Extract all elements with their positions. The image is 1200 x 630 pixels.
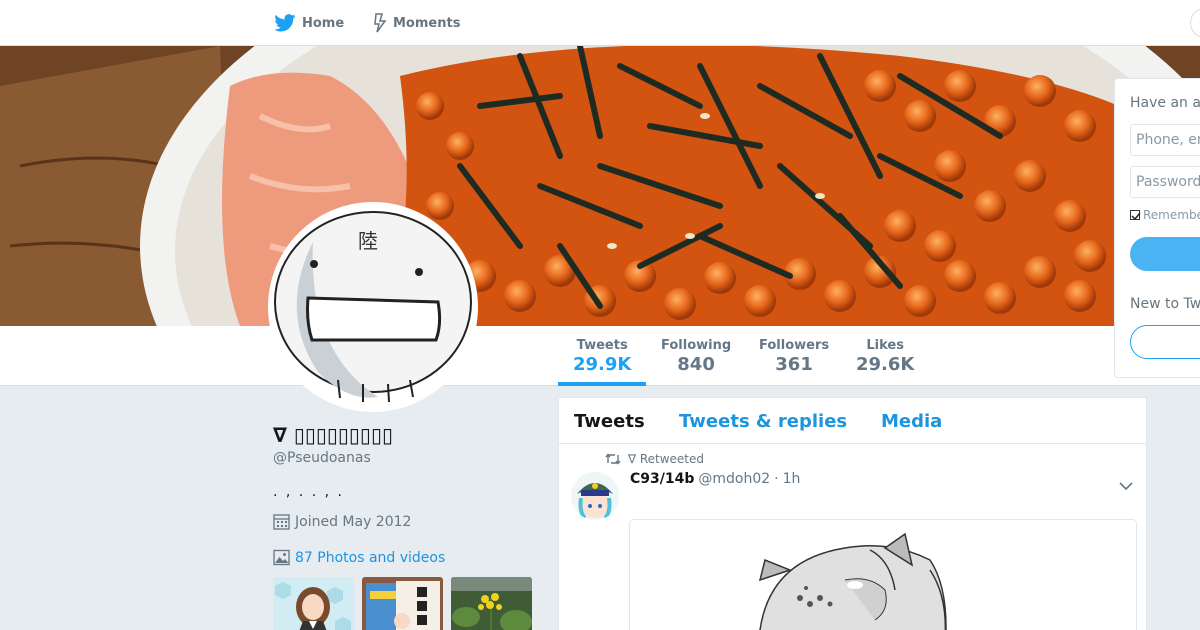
phone-email-username-input[interactable]: Phone, email or username [1130,124,1200,156]
tweet-separator: · [774,471,779,487]
nav-home[interactable]: Home [274,0,344,46]
profile-joined-text: Joined May 2012 [295,513,412,530]
login-panel: Have an account? Phone, email or usernam… [1114,78,1200,378]
calendar-icon [273,514,290,530]
profile-avatar[interactable]: 陸 [268,202,478,412]
stat-value: 840 [677,354,715,375]
tweet-timestamp[interactable]: 1h [783,471,801,487]
profile-bio: . , . . , . [273,484,344,500]
retweet-context: ∇ Retweeted [605,452,704,466]
lightning-icon [374,13,387,33]
tweet-author-name[interactable]: C93/14b [630,471,694,487]
nav-account-button[interactable] [1190,8,1200,38]
photo-thumbnail[interactable] [451,577,532,630]
tweet-author-username[interactable]: @mdoh02 [698,471,770,487]
thumbnail-image [451,577,532,630]
tab-media[interactable]: Media [881,411,942,432]
stat-label: Following [661,338,732,353]
stat-label: Likes [866,338,904,353]
stat-followers[interactable]: Followers 361 [759,338,829,375]
signup-prompt: New to Twitter? [1130,296,1200,312]
profile-banner [0,46,1200,326]
avatar-kanji: 陸 [358,229,378,253]
tweet-menu-button[interactable] [1119,476,1133,495]
login-button[interactable] [1130,237,1200,271]
chevron-down-icon [1119,482,1133,491]
nav-moments-label: Moments [393,15,461,31]
photos-videos-link[interactable]: 87 Photos and videos [273,549,445,566]
photo-thumbnail[interactable] [273,577,354,630]
thumbnail-image [362,577,443,630]
retweet-icon [605,453,621,465]
profile-stats-bar: Tweets 29.9K Following 840 Followers 361… [0,326,1200,386]
tweet-media-image[interactable] [629,519,1137,630]
image-icon [273,549,290,566]
stat-label: Followers [759,338,830,353]
tab-tweets[interactable]: Tweets [574,411,645,432]
banner-image [0,46,1200,326]
tweet-illustration [630,520,1136,630]
signup-button[interactable] [1130,325,1200,359]
remember-me-label: Remember me [1143,208,1200,222]
photo-thumbnail[interactable] [362,577,443,630]
stat-value: 29.6K [856,354,915,375]
remember-me-checkbox[interactable] [1130,210,1141,221]
tweet-author-avatar[interactable] [571,472,619,520]
timeline: Tweets Tweets & replies Media ∇ Retweete… [558,397,1147,630]
password-input[interactable]: Password [1130,166,1200,198]
tweet-avatar-image [571,472,619,520]
avatar-drawing: 陸 [274,211,472,403]
stat-value: 361 [775,354,813,375]
nav-home-label: Home [302,15,345,31]
checkmark-icon [1131,212,1141,221]
remember-me[interactable]: Remember me [1130,208,1200,222]
thumbnail-image [273,577,354,630]
twitter-bird-icon [274,14,296,32]
login-title: Have an account? [1130,95,1200,111]
photos-videos-label: 87 Photos and videos [295,549,446,566]
stat-value: 29.9K [573,354,632,375]
retweet-text: ∇ Retweeted [628,452,705,466]
profile-handle: @Pseudoanas [273,450,371,466]
stat-following[interactable]: Following 840 [661,338,731,375]
nav-moments[interactable]: Moments [373,0,460,46]
stat-likes[interactable]: Likes 29.6K [856,338,914,375]
tweet-header: C93/14b @mdoh02 · 1h [630,471,800,487]
profile-joined: Joined May 2012 [273,513,411,530]
stat-label: Tweets [576,338,628,353]
top-navigation-bar: Home Moments [0,0,1200,46]
stat-tweets[interactable]: Tweets 29.9K [573,338,631,375]
tab-tweets-replies[interactable]: Tweets & replies [679,411,847,432]
profile-name: ∇ ▯▯▯▯▯▯▯▯▯ [273,423,393,447]
timeline-tabs: Tweets Tweets & replies Media [559,398,1146,444]
active-stat-underline [558,382,646,386]
